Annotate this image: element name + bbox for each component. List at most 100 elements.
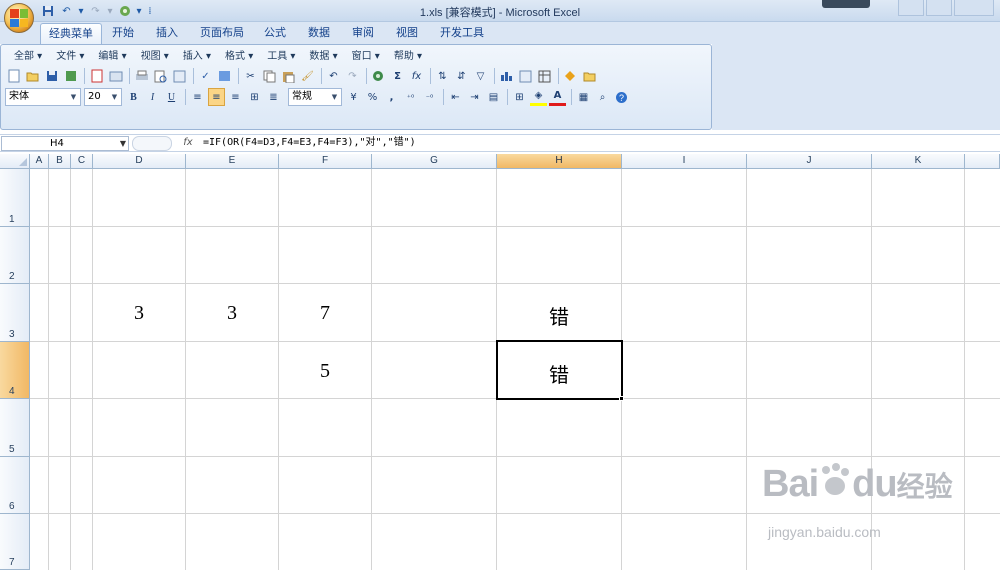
menu-all[interactable]: 全部 ▾ [7,49,49,65]
increase-indent-icon[interactable]: ⇥ [466,88,483,106]
zoom-icon[interactable] [536,67,553,85]
row-header-5[interactable]: 5 [0,399,30,457]
cell-f4[interactable]: 5 [279,360,371,383]
decrease-indent-icon[interactable]: ⇤ [447,88,464,106]
row-header-3[interactable]: 3 [0,284,30,342]
office-button[interactable] [4,3,34,33]
wrap-text-icon[interactable]: ≣ [265,88,282,106]
column-header-l[interactable] [965,154,1000,169]
insert-function-button[interactable]: fx [180,136,196,151]
spelling-icon[interactable]: ✓ [197,67,214,85]
cell-h3[interactable]: 错 [497,301,621,330]
formula-bar-expand-handle[interactable] [132,136,172,151]
sort-ascending-icon[interactable]: ⇅ [434,67,451,85]
paste-icon[interactable] [280,67,297,85]
bold-button[interactable]: B [125,88,142,106]
save-icon-toolbar[interactable] [43,67,60,85]
help-icon[interactable]: ? [613,88,630,106]
folder-icon[interactable] [581,67,598,85]
column-header-k[interactable]: K [872,154,965,169]
minimize-button[interactable] [898,0,924,16]
tab-page-layout[interactable]: 页面布局 [196,23,248,44]
insert-function-icon[interactable]: fx [408,67,425,85]
fill-handle[interactable] [619,396,624,401]
menu-file[interactable]: 文件 ▾ [49,49,91,65]
percent-button[interactable]: % [364,88,381,106]
cell-style-icon[interactable]: ▤ [485,88,502,106]
menu-data[interactable]: 数据 ▾ [302,49,344,65]
column-header-c[interactable]: C [71,154,93,169]
font-name-select[interactable]: 宋体 ▼ [5,88,81,106]
column-header-e[interactable]: E [186,154,279,169]
close-button[interactable] [954,0,994,16]
decrease-decimal-icon[interactable]: ⁻⁰ [421,88,438,106]
highlight-icon[interactable] [562,67,579,85]
print-icon[interactable] [133,67,150,85]
open-icon[interactable] [24,67,41,85]
print-preview-icon[interactable] [152,67,169,85]
column-header-h[interactable]: H [497,154,622,169]
align-left-icon[interactable]: ≡ [189,88,206,106]
cell-f3[interactable]: 7 [279,302,371,325]
permission-icon[interactable] [62,67,79,85]
styles-icon[interactable]: ▦ [575,88,592,106]
menu-view[interactable]: 视图 ▾ [134,49,176,65]
maximize-button[interactable] [926,0,952,16]
tab-home[interactable]: 开始 [106,23,140,44]
menu-help[interactable]: 帮助 ▾ [387,49,429,65]
row-header-2[interactable]: 2 [0,227,30,284]
cell-e3[interactable]: 3 [186,302,278,325]
font-color-icon[interactable]: A [549,88,566,106]
row-header-1[interactable]: 1 [0,169,30,227]
hyperlink-icon[interactable] [370,67,387,85]
filter-icon[interactable]: ▽ [472,67,489,85]
tab-data[interactable]: 数据 [302,23,336,44]
italic-button[interactable]: I [144,88,161,106]
underline-button[interactable]: U [163,88,180,106]
find-icon[interactable]: ⌕ [594,88,611,106]
menu-edit[interactable]: 编辑 ▾ [91,49,133,65]
tab-insert[interactable]: 插入 [150,23,184,44]
column-header-b[interactable]: B [49,154,71,169]
increase-decimal-icon[interactable]: ⁺⁰ [402,88,419,106]
name-box[interactable]: H4 ▼ [1,136,129,151]
redo-toolbar-icon[interactable]: ↷ [344,67,361,85]
column-header-j[interactable]: J [747,154,872,169]
column-header-i[interactable]: I [622,154,747,169]
select-all-button[interactable] [0,154,30,169]
menu-format[interactable]: 格式 ▾ [218,49,260,65]
autosum-icon[interactable]: Σ [389,67,406,85]
font-size-select[interactable]: 20 ▼ [84,88,122,106]
email-icon[interactable] [88,67,105,85]
copy-icon[interactable] [261,67,278,85]
row-header-6[interactable]: 6 [0,457,30,514]
quick-print-icon[interactable] [171,67,188,85]
row-header-7[interactable]: 7 [0,514,30,570]
cut-icon[interactable]: ✂ [242,67,259,85]
currency-icon[interactable]: ¥ [345,88,362,106]
tab-view[interactable]: 视图 [390,23,424,44]
cell-d3[interactable]: 3 [93,302,185,325]
row-header-4[interactable]: 4 [0,342,30,399]
column-header-a[interactable]: A [30,154,49,169]
align-center-icon[interactable]: ≡ [208,88,225,106]
merge-center-icon[interactable]: ⊞ [246,88,263,106]
sort-descending-icon[interactable]: ⇵ [453,67,470,85]
tab-formulas[interactable]: 公式 [258,23,292,44]
menu-tools[interactable]: 工具 ▾ [260,49,302,65]
number-format-select[interactable]: 常规 ▼ [288,88,342,106]
fill-color-icon[interactable]: ◈ [530,88,547,106]
column-header-g[interactable]: G [372,154,497,169]
tab-review[interactable]: 审阅 [346,23,380,44]
chart-icon[interactable] [498,67,515,85]
worksheet[interactable]: A B C D E F G H I J K 1 2 3 4 5 6 7 3 3 … [0,154,1000,570]
undo-toolbar-icon[interactable]: ↶ [325,67,342,85]
column-header-f[interactable]: F [279,154,372,169]
thesaurus-icon[interactable] [216,67,233,85]
drawing-icon[interactable] [517,67,534,85]
format-painter-icon[interactable]: 🖌 [299,67,316,85]
align-right-icon[interactable]: ≡ [227,88,244,106]
research-icon[interactable] [107,67,124,85]
column-header-d[interactable]: D [93,154,186,169]
tab-classic-menu[interactable]: 经典菜单 [40,23,102,44]
